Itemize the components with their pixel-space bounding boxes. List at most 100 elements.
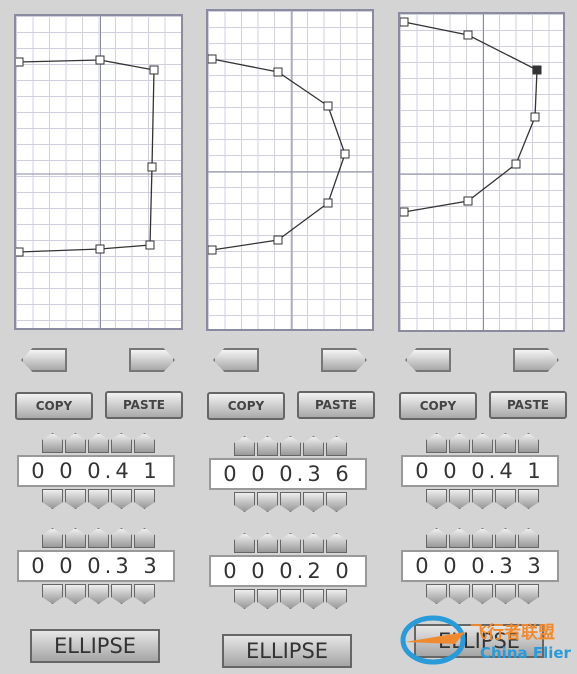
control-point[interactable] [530, 112, 540, 122]
decrement-buttons[interactable] [426, 584, 539, 604]
increment-digit-button[interactable] [234, 533, 255, 553]
shape-ellipse-button[interactable]: ELLIPSE [222, 634, 352, 668]
decrement-digit-button[interactable] [42, 584, 63, 604]
increment-buttons[interactable] [234, 436, 347, 456]
increment-buttons[interactable] [426, 433, 539, 453]
decrement-digit-button[interactable] [88, 489, 109, 509]
increment-digit-button[interactable] [495, 433, 516, 453]
next-arrow-button[interactable] [129, 348, 175, 372]
decrement-digit-button[interactable] [449, 489, 470, 509]
shape-ellipse-button[interactable]: ELLIPSE [414, 624, 544, 658]
increment-digit-button[interactable] [111, 433, 132, 453]
prev-arrow-button[interactable] [213, 348, 259, 372]
decrement-digit-button[interactable] [88, 584, 109, 604]
paste-button[interactable]: PASTE [489, 391, 567, 419]
increment-buttons[interactable] [426, 528, 539, 548]
increment-digit-button[interactable] [449, 528, 470, 548]
increment-buttons[interactable] [234, 533, 347, 553]
increment-digit-button[interactable] [42, 433, 63, 453]
control-point[interactable] [149, 65, 159, 75]
control-point[interactable] [145, 240, 155, 250]
increment-digit-button[interactable] [472, 528, 493, 548]
decrement-digit-button[interactable] [280, 492, 301, 512]
decrement-digit-button[interactable] [111, 489, 132, 509]
control-point[interactable] [95, 244, 105, 254]
curve-editor-1[interactable] [14, 14, 183, 330]
copy-button[interactable]: COPY [15, 392, 93, 420]
increment-buttons[interactable] [42, 433, 155, 453]
increment-digit-button[interactable] [426, 528, 447, 548]
increment-digit-button[interactable] [111, 528, 132, 548]
increment-digit-button[interactable] [257, 436, 278, 456]
decrement-digit-button[interactable] [426, 584, 447, 604]
increment-digit-button[interactable] [134, 528, 155, 548]
increment-digit-button[interactable] [234, 436, 255, 456]
next-arrow-button[interactable] [321, 348, 367, 372]
decrement-buttons[interactable] [42, 489, 155, 509]
decrement-digit-button[interactable] [257, 589, 278, 609]
control-point[interactable] [463, 30, 473, 40]
increment-digit-button[interactable] [326, 533, 347, 553]
control-point[interactable] [323, 101, 333, 111]
control-point[interactable] [208, 245, 217, 255]
control-point[interactable] [273, 67, 283, 77]
curve-editor-3[interactable] [398, 12, 565, 332]
increment-digit-button[interactable] [495, 528, 516, 548]
increment-digit-button[interactable] [88, 433, 109, 453]
paste-button[interactable]: PASTE [105, 391, 183, 419]
decrement-digit-button[interactable] [426, 489, 447, 509]
decrement-digit-button[interactable] [65, 584, 86, 604]
decrement-digit-button[interactable] [303, 492, 324, 512]
decrement-digit-button[interactable] [134, 489, 155, 509]
copy-button[interactable]: COPY [207, 392, 285, 420]
decrement-digit-button[interactable] [111, 584, 132, 604]
increment-digit-button[interactable] [65, 528, 86, 548]
decrement-buttons[interactable] [234, 589, 347, 609]
control-point[interactable] [147, 162, 157, 172]
decrement-digit-button[interactable] [134, 584, 155, 604]
increment-digit-button[interactable] [472, 433, 493, 453]
increment-digit-button[interactable] [88, 528, 109, 548]
decrement-digit-button[interactable] [449, 584, 470, 604]
decrement-digit-button[interactable] [303, 589, 324, 609]
increment-digit-button[interactable] [257, 533, 278, 553]
control-point[interactable] [95, 55, 105, 65]
decrement-digit-button[interactable] [326, 589, 347, 609]
increment-buttons[interactable] [42, 528, 155, 548]
increment-digit-button[interactable] [134, 433, 155, 453]
paste-button[interactable]: PASTE [297, 391, 375, 419]
decrement-digit-button[interactable] [326, 492, 347, 512]
increment-digit-button[interactable] [65, 433, 86, 453]
control-point[interactable] [273, 235, 283, 245]
increment-digit-button[interactable] [280, 533, 301, 553]
decrement-digit-button[interactable] [280, 589, 301, 609]
decrement-digit-button[interactable] [518, 584, 539, 604]
increment-digit-button[interactable] [42, 528, 63, 548]
control-point[interactable] [463, 196, 473, 206]
increment-digit-button[interactable] [426, 433, 447, 453]
control-point[interactable] [400, 207, 409, 217]
decrement-digit-button[interactable] [234, 589, 255, 609]
decrement-buttons[interactable] [234, 492, 347, 512]
increment-digit-button[interactable] [303, 436, 324, 456]
next-arrow-button[interactable] [513, 348, 559, 372]
control-point[interactable] [323, 198, 333, 208]
decrement-digit-button[interactable] [65, 489, 86, 509]
decrement-digit-button[interactable] [42, 489, 63, 509]
control-point[interactable] [16, 57, 24, 67]
decrement-buttons[interactable] [426, 489, 539, 509]
increment-digit-button[interactable] [326, 436, 347, 456]
decrement-buttons[interactable] [42, 584, 155, 604]
increment-digit-button[interactable] [518, 433, 539, 453]
decrement-digit-button[interactable] [518, 489, 539, 509]
prev-arrow-button[interactable] [405, 348, 451, 372]
control-point[interactable] [511, 159, 521, 169]
control-point[interactable] [532, 65, 542, 75]
decrement-digit-button[interactable] [472, 584, 493, 604]
shape-ellipse-button[interactable]: ELLIPSE [30, 629, 160, 663]
control-point[interactable] [208, 54, 217, 64]
increment-digit-button[interactable] [303, 533, 324, 553]
decrement-digit-button[interactable] [495, 489, 516, 509]
decrement-digit-button[interactable] [472, 489, 493, 509]
control-point[interactable] [400, 17, 409, 27]
